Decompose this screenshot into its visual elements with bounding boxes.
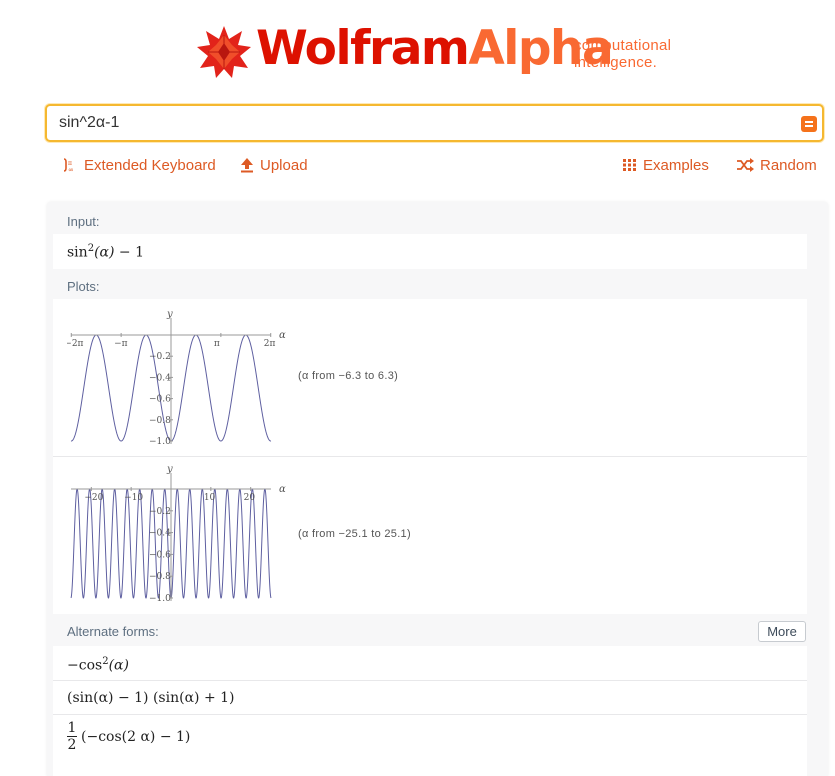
svg-text:∞: ∞ xyxy=(68,166,74,173)
keyboard-icon: π ∞ xyxy=(63,158,74,173)
upload-label: Upload xyxy=(260,156,308,174)
tagline-line1: computational xyxy=(574,37,672,54)
alternate-form-2: (sin(α) − 1) (sin(α) + 1) xyxy=(67,690,235,706)
input-pod: sin2(α) − 1 xyxy=(53,234,807,269)
results-panel: Input: sin2(α) − 1 Plots: y α −2π −π π 2π −… xyxy=(47,202,828,776)
x-tick-label: −20 xyxy=(84,493,103,503)
tagline-line2: intelligence. xyxy=(574,54,658,71)
form3-fraction: 1 2 xyxy=(67,720,77,753)
y-tick-label: −0.2 xyxy=(149,352,171,362)
search-box xyxy=(45,104,824,142)
plots-pod: y α −2π −π π 2π −0.2 −0.4 −0.6 −0.8 −1.0 (α fro… xyxy=(53,299,807,614)
y-tick-label: −0.6 xyxy=(149,550,171,560)
input-rest: − 1 xyxy=(114,244,144,261)
extended-keyboard-label: Extended Keyboard xyxy=(84,156,216,174)
more-button[interactable]: More xyxy=(758,621,806,642)
random-button[interactable]: Random xyxy=(736,155,817,175)
upload-icon xyxy=(241,158,253,173)
header: WolframAlpha computational intelligence. xyxy=(0,0,835,96)
y-tick-label: −0.8 xyxy=(149,572,171,582)
alternate-forms-title: Alternate forms: xyxy=(67,624,159,639)
x-tick-label: 20 xyxy=(244,493,256,503)
plot-1: y α −2π −π π 2π −0.2 −0.4 −0.6 −0.8 −1.0 xyxy=(67,309,286,447)
forms-divider-1 xyxy=(53,680,807,681)
grid-dots-icon xyxy=(623,159,636,171)
x-axis-label: α xyxy=(279,484,286,495)
plots-divider xyxy=(53,456,807,457)
input-fn: sin xyxy=(67,244,88,261)
y-tick-label: −0.2 xyxy=(149,507,171,517)
shuffle-icon xyxy=(737,158,754,172)
alternate-forms-pod: −cos2(α) (sin(α) − 1) (sin(α) + 1) 1 2 (… xyxy=(53,646,807,776)
x-tick-label: 10 xyxy=(204,493,216,503)
plots-pod-title: Plots: xyxy=(67,279,100,294)
form1-fn: cos xyxy=(78,657,103,674)
input-expression: sin2(α) − 1 xyxy=(67,243,144,261)
x-axis-label: α xyxy=(279,330,286,341)
y-tick-label: −0.4 xyxy=(149,373,171,383)
form3-numerator: 1 xyxy=(67,720,77,736)
form3-expression: (−cos(2 α) − 1) xyxy=(81,729,191,745)
random-label: Random xyxy=(760,156,817,174)
logo-wordmark[interactable]: WolframAlpha xyxy=(256,21,614,77)
form1-sign: − xyxy=(67,657,79,674)
upload-button[interactable]: Upload xyxy=(240,155,308,175)
y-tick-label: −1.0 xyxy=(149,594,171,604)
x-tick-label: π xyxy=(214,339,220,349)
y-tick-label: −0.8 xyxy=(149,416,171,426)
examples-button[interactable]: Examples xyxy=(622,155,709,175)
x-tick-label: −2π xyxy=(67,339,84,349)
y-axis-label: y xyxy=(166,309,173,320)
logo-wolfram-text: Wolfram xyxy=(256,21,470,76)
x-tick-label: 2π xyxy=(264,339,276,349)
examples-label: Examples xyxy=(643,156,709,174)
input-arg: (α) xyxy=(94,244,115,261)
extended-keyboard-button[interactable]: π ∞ Extended Keyboard xyxy=(62,155,216,175)
y-tick-label: −1.0 xyxy=(149,437,171,447)
form3-denominator: 2 xyxy=(67,736,77,753)
y-tick-label: −0.4 xyxy=(149,529,171,539)
y-axis-label: y xyxy=(166,464,173,475)
tagline: computational intelligence. xyxy=(574,37,671,71)
y-tick-label: −0.6 xyxy=(149,395,171,405)
input-pod-title: Input: xyxy=(67,214,100,229)
forms-divider-2 xyxy=(53,714,807,715)
plot-2: y α −20 −10 10 20 −0.2 −0.4 −0.6 −0.8 −1.0 xyxy=(70,464,286,604)
x-tick-label: −10 xyxy=(124,493,143,503)
equals-icon[interactable] xyxy=(801,116,817,132)
wolfram-star-icon[interactable] xyxy=(196,25,252,79)
plot-1-range-note: (α from −6.3 to 6.3) xyxy=(298,370,399,382)
x-tick-label: −π xyxy=(114,339,128,349)
search-input[interactable] xyxy=(59,106,779,140)
plot-2-range-note: (α from −25.1 to 25.1) xyxy=(298,528,411,540)
form1-arg: (α) xyxy=(108,657,129,674)
alternate-form-1: −cos2(α) xyxy=(67,656,129,674)
